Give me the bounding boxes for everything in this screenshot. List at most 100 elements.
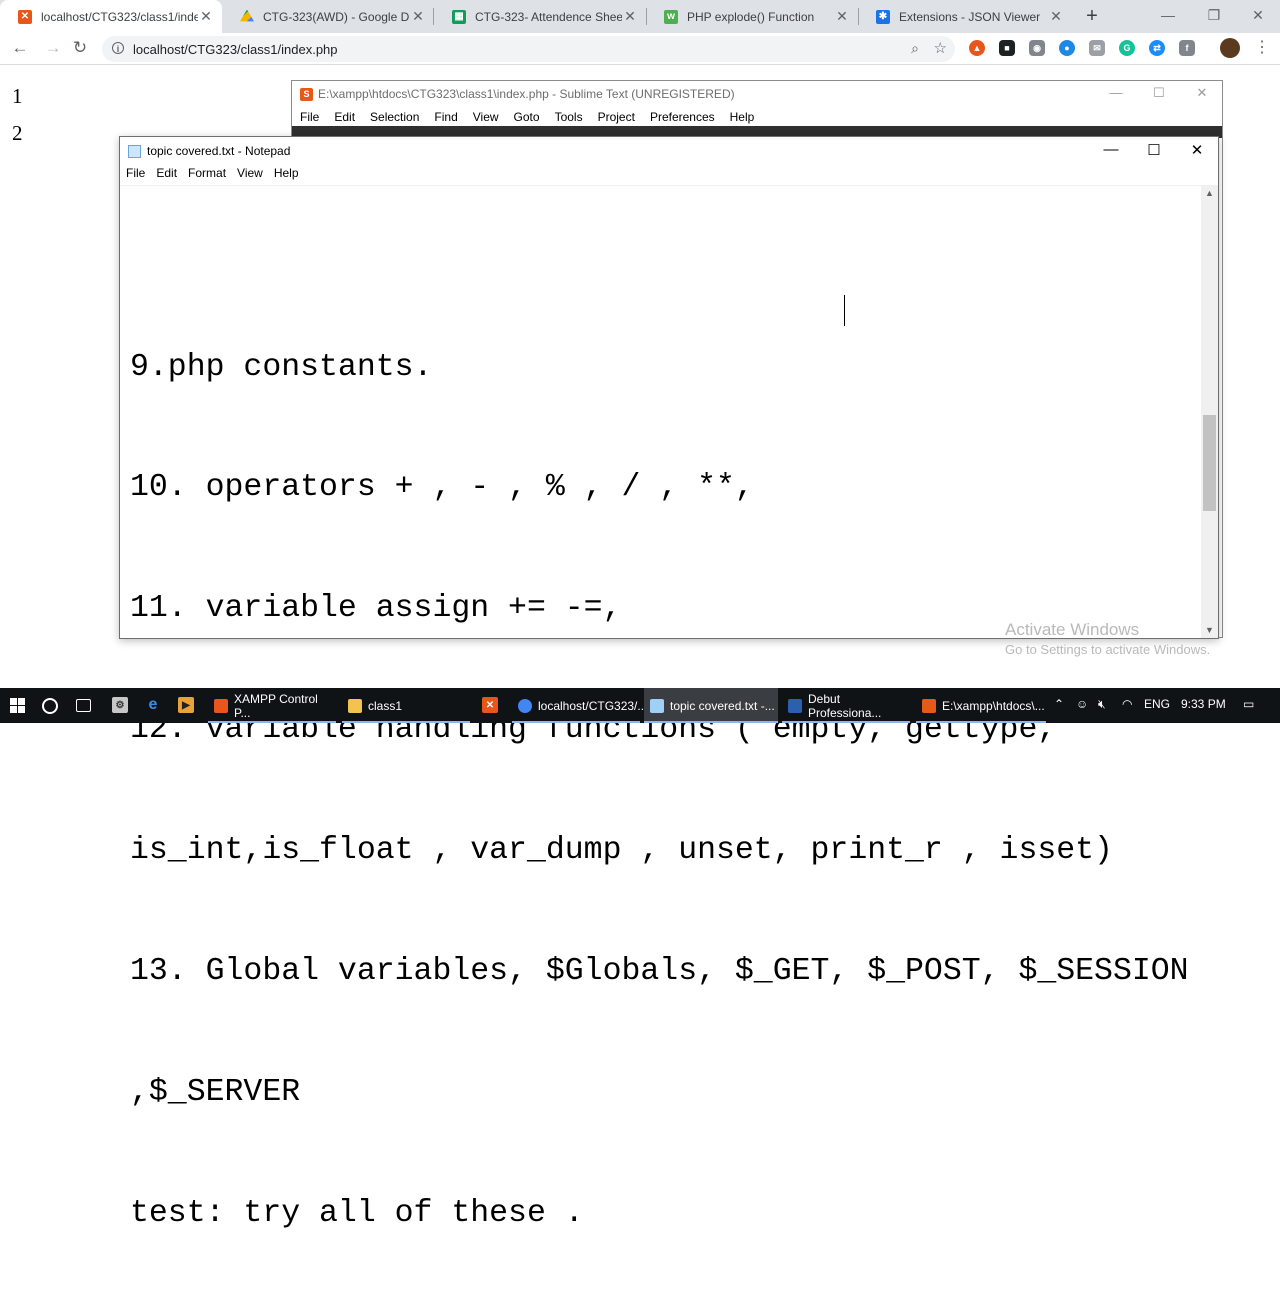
- notepad-window: topic covered.txt - Notepad — ☐ ✕ File E…: [119, 136, 1219, 1231]
- menu-view[interactable]: View: [465, 110, 506, 126]
- taskbar-app[interactable]: XAMPP Control P...: [208, 688, 336, 723]
- menu-goto[interactable]: Goto: [506, 110, 547, 126]
- bookmark-star-icon[interactable]: ☆: [934, 39, 947, 57]
- close-icon[interactable]: ✕: [622, 8, 638, 25]
- forward-arrow-icon[interactable]: →: [43, 38, 63, 58]
- tab-title: CTG-323- Attendence Sheet - Goo: [475, 9, 622, 24]
- volume-muted-icon[interactable]: 🔇︎: [1098, 697, 1106, 712]
- tab-title: localhost/CTG323/class1/index.php: [41, 9, 198, 24]
- notepad-title-bar: topic covered.txt - Notepad: [128, 144, 290, 158]
- wifi-icon[interactable]: ◠: [1122, 697, 1132, 711]
- puzzle-icon: ✱: [876, 9, 890, 24]
- vertical-scrollbar[interactable]: ▲ ▼: [1201, 186, 1218, 638]
- taskbar-app-label: localhost/CTG323/...: [538, 698, 648, 713]
- taskbar-app[interactable]: E:\xampp\htdocs\...: [916, 688, 1046, 723]
- search-icon[interactable]: [42, 698, 58, 714]
- browser-tab[interactable]: ▦ CTG-323- Attendence Sheet - Goo ✕: [434, 0, 646, 33]
- page-line: 2: [12, 121, 23, 145]
- taskbar-app-label: XAMPP Control P...: [234, 691, 318, 720]
- menu-selection[interactable]: Selection: [362, 110, 426, 126]
- watermark-subtitle: Go to Settings to activate Windows.: [1005, 642, 1211, 657]
- translate-extension-icon[interactable]: ⇄: [1149, 40, 1165, 56]
- taskbar-app-label: class1: [368, 698, 403, 713]
- taskbar-app[interactable]: localhost/CTG323/...: [512, 688, 647, 723]
- taskbar-app[interactable]: class1: [342, 688, 470, 723]
- debut-icon: [788, 698, 802, 713]
- minimize-icon[interactable]: —: [1091, 141, 1131, 158]
- text-line: test: try all of these .: [130, 1195, 584, 1231]
- mail-icon[interactable]: ✉: [1089, 40, 1105, 56]
- more-menu-icon[interactable]: ⋮: [1254, 40, 1270, 56]
- maximize-icon[interactable]: ❐: [1191, 0, 1237, 30]
- address-url[interactable]: localhost/CTG323/class1/index.php: [133, 42, 338, 57]
- menu-edit[interactable]: Edit: [150, 166, 182, 184]
- tab-title: CTG-323(AWD) - Google Drive: [263, 9, 410, 24]
- xampp-tray-icon[interactable]: ✕: [482, 697, 498, 713]
- people-icon[interactable]: ☺: [1076, 697, 1088, 711]
- menu-help[interactable]: Help: [268, 166, 304, 184]
- taskbar-app-label: E:\xampp\htdocs\...: [942, 698, 1045, 713]
- maximize-icon[interactable]: ☐: [1134, 141, 1174, 159]
- browser-tab[interactable]: ✱ Extensions - JSON Viewer ✕: [858, 0, 1072, 33]
- minimize-icon[interactable]: —: [1145, 0, 1191, 30]
- menu-edit[interactable]: Edit: [326, 110, 362, 126]
- browser-tab[interactable]: w PHP explode() Function ✕: [646, 0, 858, 33]
- clock[interactable]: 9:33 PM: [1181, 697, 1226, 711]
- media-player-icon[interactable]: ▶: [178, 697, 194, 713]
- chevron-up-icon[interactable]: ⌃: [1054, 697, 1064, 711]
- windows-start-icon[interactable]: [0, 688, 34, 723]
- back-arrow-icon[interactable]: ←: [10, 38, 30, 58]
- menu-preferences[interactable]: Preferences: [642, 110, 722, 126]
- address-bar[interactable]: i localhost/CTG323/class1/index.php ⌕ ☆: [102, 36, 955, 62]
- settings-app-icon[interactable]: ⚙: [112, 697, 128, 713]
- taskbar-app-label: topic covered.txt -...: [670, 698, 775, 713]
- maximize-icon[interactable]: ☐: [1149, 85, 1169, 101]
- camera-icon[interactable]: ◉: [1029, 40, 1045, 56]
- zoom-icon[interactable]: ⌕: [911, 40, 919, 57]
- menu-view[interactable]: View: [231, 166, 268, 184]
- avatar[interactable]: [1220, 38, 1240, 58]
- grammarly-icon[interactable]: G: [1119, 40, 1135, 56]
- minimize-icon[interactable]: —: [1106, 85, 1126, 100]
- menu-help[interactable]: Help: [722, 110, 762, 126]
- task-view-icon[interactable]: [76, 699, 91, 712]
- taskbar-app[interactable]: Debut Professiona...: [782, 688, 910, 723]
- sublime-menu-bar: File Edit Selection Find View Goto Tools…: [292, 110, 1222, 126]
- sublime-icon: [922, 698, 936, 713]
- menu-find[interactable]: Find: [426, 110, 464, 126]
- browser-tab[interactable]: ✕ localhost/CTG323/class1/index.php ✕: [0, 0, 222, 33]
- input-language[interactable]: ENG: [1144, 697, 1170, 711]
- close-icon[interactable]: ✕: [1235, 0, 1280, 30]
- reload-icon[interactable]: ↻: [70, 38, 90, 58]
- close-icon[interactable]: ✕: [410, 8, 426, 25]
- close-icon[interactable]: ✕: [198, 8, 214, 25]
- menu-file[interactable]: File: [292, 110, 326, 126]
- close-icon[interactable]: ✕: [834, 8, 850, 25]
- taskbar-app[interactable]: topic covered.txt -...: [644, 688, 778, 723]
- menu-format[interactable]: Format: [182, 166, 231, 184]
- close-icon[interactable]: ✕: [1048, 8, 1064, 25]
- close-icon[interactable]: ✕: [1177, 141, 1217, 159]
- menu-project[interactable]: Project: [590, 110, 642, 126]
- info-icon[interactable]: i: [112, 42, 124, 54]
- fire-extension-icon[interactable]: ▲: [969, 40, 985, 56]
- new-tab-button[interactable]: +: [1082, 6, 1102, 26]
- scrollbar-thumb[interactable]: [1203, 415, 1216, 511]
- notification-icon[interactable]: ▭: [1243, 697, 1254, 711]
- browser-tab[interactable]: CTG-323(AWD) - Google Drive ✕: [222, 0, 434, 33]
- page-line: 1: [12, 84, 23, 108]
- close-icon[interactable]: ✕: [1192, 85, 1212, 101]
- notepad-text-area[interactable]: 9.php constants. 10. operators + , - , %…: [130, 267, 1210, 1315]
- extension-badge-icon[interactable]: ■: [999, 40, 1015, 56]
- edge-icon[interactable]: e: [145, 696, 161, 713]
- menu-tools[interactable]: Tools: [547, 110, 590, 126]
- google-sheets-icon: ▦: [452, 9, 466, 24]
- menu-file[interactable]: File: [120, 166, 150, 184]
- google-drive-icon: [240, 9, 254, 22]
- notepad-menu-bar: File Edit Format View Help: [120, 166, 1218, 184]
- browser-tab-strip: ✕ localhost/CTG323/class1/index.php ✕ CT…: [0, 0, 1280, 33]
- menu-divider: [120, 185, 1218, 186]
- globe-extension-icon[interactable]: ●: [1059, 40, 1075, 56]
- scroll-up-arrow-icon[interactable]: ▲: [1201, 186, 1218, 201]
- facebook-icon[interactable]: f: [1179, 40, 1195, 56]
